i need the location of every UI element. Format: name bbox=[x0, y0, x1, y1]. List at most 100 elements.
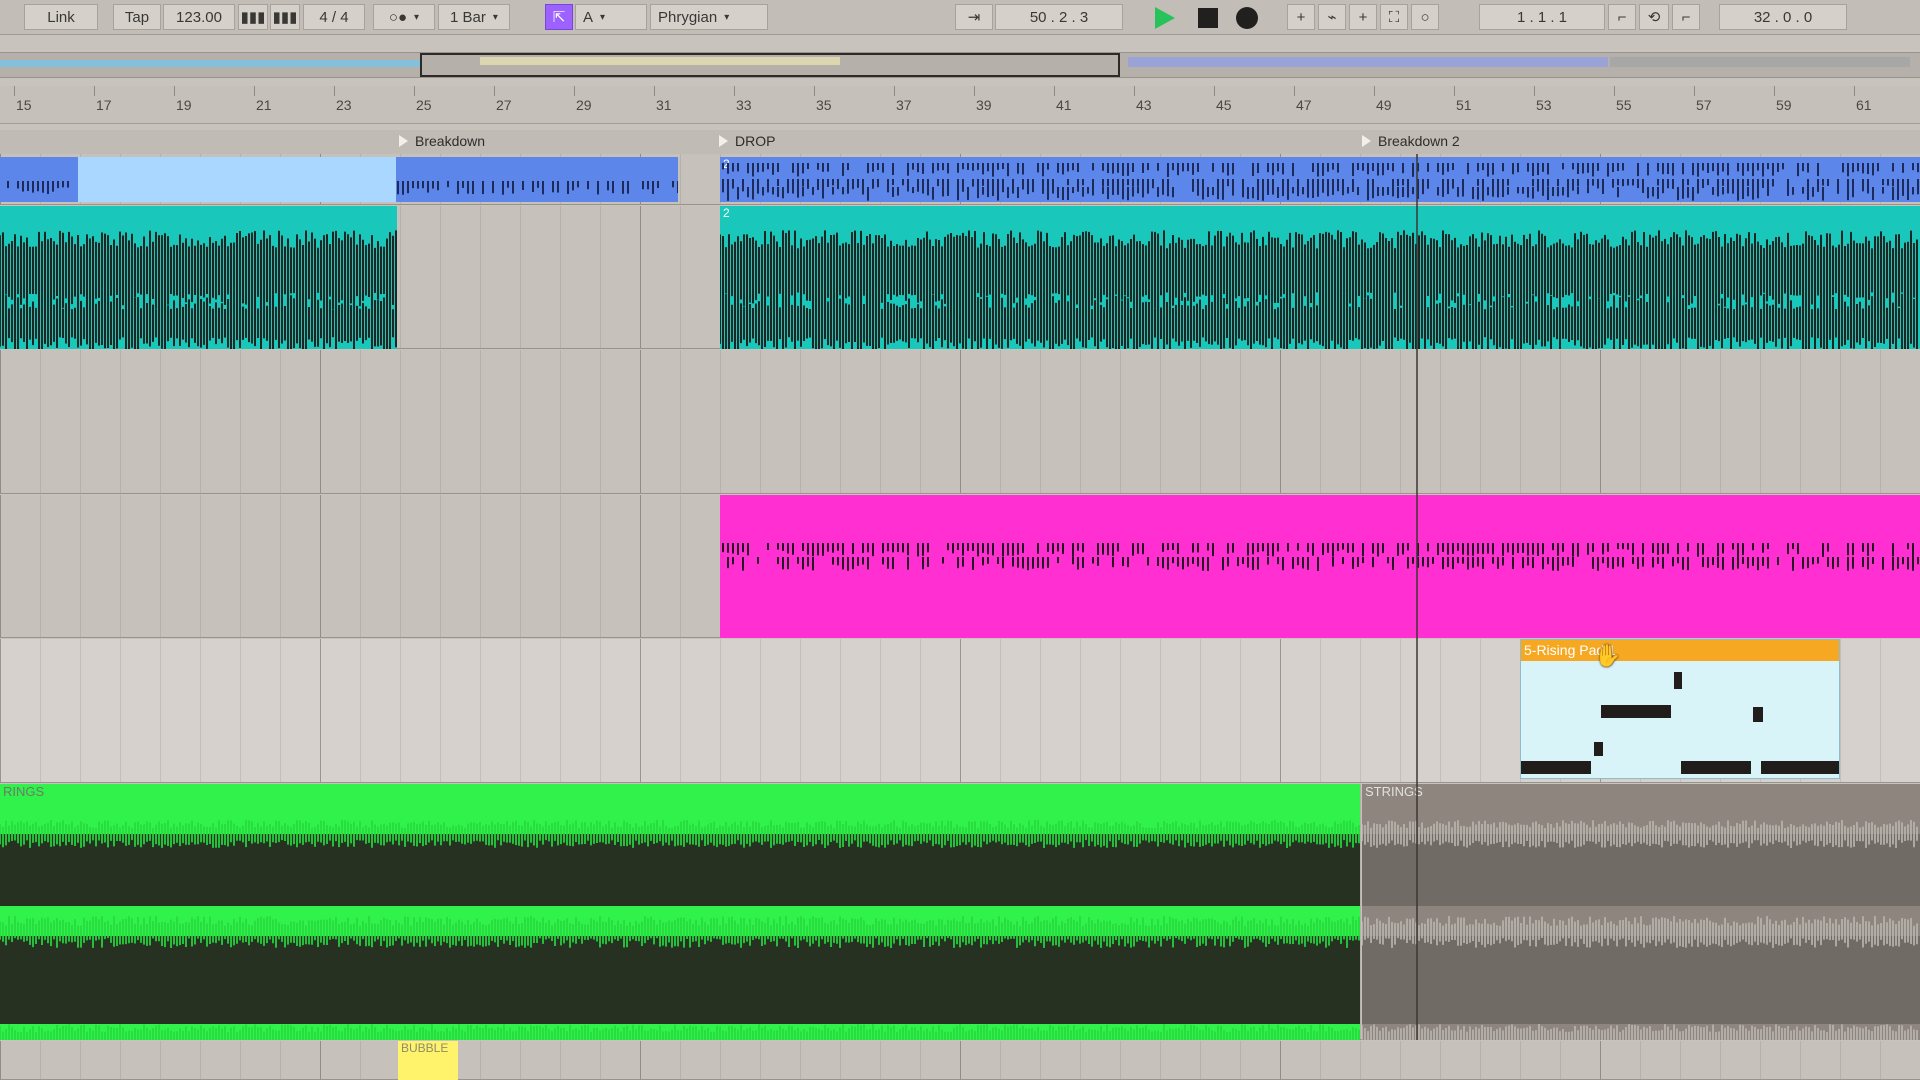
grid-line bbox=[360, 639, 361, 782]
grid-line bbox=[1840, 350, 1841, 493]
nudge-up-icon[interactable]: ▮▮▮ bbox=[270, 4, 300, 30]
grid-line bbox=[840, 1041, 841, 1079]
locator-lane: Breakdown DROP Breakdown 2 bbox=[0, 130, 1920, 154]
midi-clip-rising-pad[interactable]: 5-Rising Pad 1 bbox=[1520, 639, 1840, 779]
ruler-tick bbox=[894, 86, 895, 96]
ruler-bar-label: 51 bbox=[1456, 97, 1472, 113]
link-button[interactable]: Link bbox=[24, 4, 98, 30]
punch-in-icon[interactable]: ⌐ bbox=[1608, 4, 1636, 30]
quantize-menu[interactable]: 1 Bar bbox=[438, 4, 510, 30]
grid-line bbox=[1760, 350, 1761, 493]
grid-line bbox=[1200, 1041, 1201, 1079]
time-signature-field[interactable]: 4 / 4 bbox=[303, 4, 365, 30]
punch-out-icon[interactable]: ⌐ bbox=[1672, 4, 1700, 30]
grid-line bbox=[760, 350, 761, 493]
grid-line bbox=[880, 350, 881, 493]
grid-line bbox=[560, 1041, 561, 1079]
scale-selector[interactable]: Phrygian bbox=[650, 4, 768, 30]
locator-breakdown-2[interactable]: Breakdown 2 bbox=[1362, 133, 1460, 149]
loop-start-field[interactable]: 1 . 1 . 1 bbox=[1479, 4, 1605, 30]
grid-line bbox=[1600, 1041, 1601, 1079]
ruler-tick bbox=[1054, 86, 1055, 96]
grid-line bbox=[560, 206, 561, 348]
grid-line bbox=[360, 495, 361, 637]
loop-length-field[interactable]: 32 . 0 . 0 bbox=[1719, 4, 1847, 30]
loop-switch-icon[interactable]: ⟲ bbox=[1639, 4, 1669, 30]
grid-line bbox=[200, 639, 201, 782]
metronome-button[interactable]: ○● bbox=[373, 4, 435, 30]
track-lane-drums bbox=[0, 495, 1920, 638]
arrangement-position-field[interactable]: 50 . 2 . 3 bbox=[995, 4, 1123, 30]
hand-cursor-icon: ✋ bbox=[1594, 643, 1622, 668]
capture-icon[interactable]: ⛶ bbox=[1380, 4, 1408, 30]
ruler-tick bbox=[414, 86, 415, 96]
grid-line bbox=[1040, 350, 1041, 493]
grid-line bbox=[1200, 639, 1201, 782]
midi-clip-blue-left[interactable] bbox=[0, 157, 678, 202]
grid-line bbox=[1680, 1041, 1681, 1079]
grid-line bbox=[640, 350, 641, 493]
grid-line bbox=[680, 1041, 681, 1079]
grid-line bbox=[680, 495, 681, 637]
audio-clip-teal-left[interactable] bbox=[0, 206, 397, 349]
locator-breakdown[interactable]: Breakdown bbox=[399, 133, 485, 149]
ruler-tick bbox=[1294, 86, 1295, 96]
grid-line bbox=[1560, 350, 1561, 493]
grid-line bbox=[1320, 1041, 1321, 1079]
key-selector[interactable]: A bbox=[575, 4, 647, 30]
grid-line bbox=[160, 1041, 161, 1079]
beat-time-ruler[interactable]: 15 17 19 21 23 25 27 29 31 33 35 37 39 41 43 45 47 49 51 53… bbox=[0, 86, 1920, 124]
ruler-tick bbox=[1694, 86, 1695, 96]
grid-line bbox=[1760, 1041, 1761, 1079]
grid-line bbox=[400, 495, 401, 637]
ruler-tick bbox=[734, 86, 735, 96]
automation-arm-icon[interactable]: ⌁ bbox=[1318, 4, 1346, 30]
grid-line bbox=[1880, 639, 1881, 782]
grid-line bbox=[1560, 1041, 1561, 1079]
ruler-bar-label: 55 bbox=[1616, 97, 1632, 113]
grid-line bbox=[360, 1041, 361, 1079]
locator-drop[interactable]: DROP bbox=[719, 133, 775, 149]
grid-line bbox=[40, 639, 41, 782]
ruler-bar-label: 19 bbox=[176, 97, 192, 113]
scale-mode-icon[interactable]: ⇱ bbox=[545, 4, 573, 30]
grid-line bbox=[1120, 350, 1121, 493]
grid-line bbox=[1040, 639, 1041, 782]
tempo-field[interactable]: 123.00 bbox=[163, 4, 235, 30]
grid-line bbox=[240, 639, 241, 782]
clip-title: BUBBLE bbox=[401, 1041, 449, 1055]
grid-line bbox=[40, 1041, 41, 1079]
grid-line bbox=[680, 206, 681, 348]
grid-line bbox=[1400, 350, 1401, 493]
grid-line bbox=[40, 350, 41, 493]
play-icon[interactable] bbox=[1155, 7, 1175, 29]
grid-line bbox=[280, 639, 281, 782]
add-icon[interactable]: + bbox=[1287, 4, 1315, 30]
grid-line bbox=[1080, 639, 1081, 782]
grid-line bbox=[1080, 350, 1081, 493]
tap-tempo-button[interactable]: Tap bbox=[113, 4, 161, 30]
arrangement-overview[interactable] bbox=[0, 52, 1920, 78]
grid-line bbox=[480, 495, 481, 637]
grid-line bbox=[560, 350, 561, 493]
grid-line bbox=[960, 1041, 961, 1079]
audio-clip-strings-right[interactable]: STRINGS bbox=[1362, 784, 1920, 1040]
session-record-icon[interactable]: ○ bbox=[1411, 4, 1439, 30]
follow-icon[interactable]: ⇥ bbox=[955, 4, 993, 30]
midi-clip-blue-right[interactable]: 2 bbox=[720, 157, 1920, 202]
midi-clip-magenta[interactable] bbox=[720, 495, 1920, 638]
grid-line bbox=[280, 495, 281, 637]
audio-clip-bubble[interactable]: BUBBLE bbox=[398, 1041, 458, 1080]
grid-line bbox=[680, 639, 681, 782]
ruler-bar-label: 61 bbox=[1856, 97, 1872, 113]
ruler-bar-label: 49 bbox=[1376, 97, 1392, 113]
audio-clip-teal-right[interactable]: 2 bbox=[720, 206, 1920, 349]
nudge-down-icon[interactable]: ▮▮▮ bbox=[238, 4, 268, 30]
record-icon[interactable] bbox=[1236, 7, 1258, 29]
ruler-tick bbox=[814, 86, 815, 96]
overdub-icon[interactable]: + bbox=[1349, 4, 1377, 30]
audio-clip-strings-left[interactable]: RINGS bbox=[0, 784, 1360, 1040]
stop-icon[interactable] bbox=[1198, 8, 1218, 28]
grid-line bbox=[240, 350, 241, 493]
grid-line bbox=[280, 350, 281, 493]
